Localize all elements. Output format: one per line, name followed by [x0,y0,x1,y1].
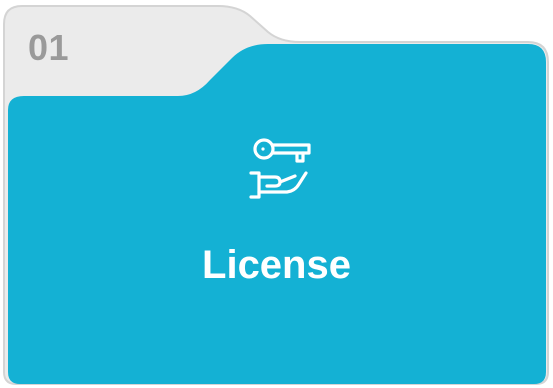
card-number: 01 [28,27,70,68]
card-title: License [202,243,351,287]
key-in-hand-icon [249,138,311,199]
license-folder-card[interactable]: 01 License [0,0,553,388]
